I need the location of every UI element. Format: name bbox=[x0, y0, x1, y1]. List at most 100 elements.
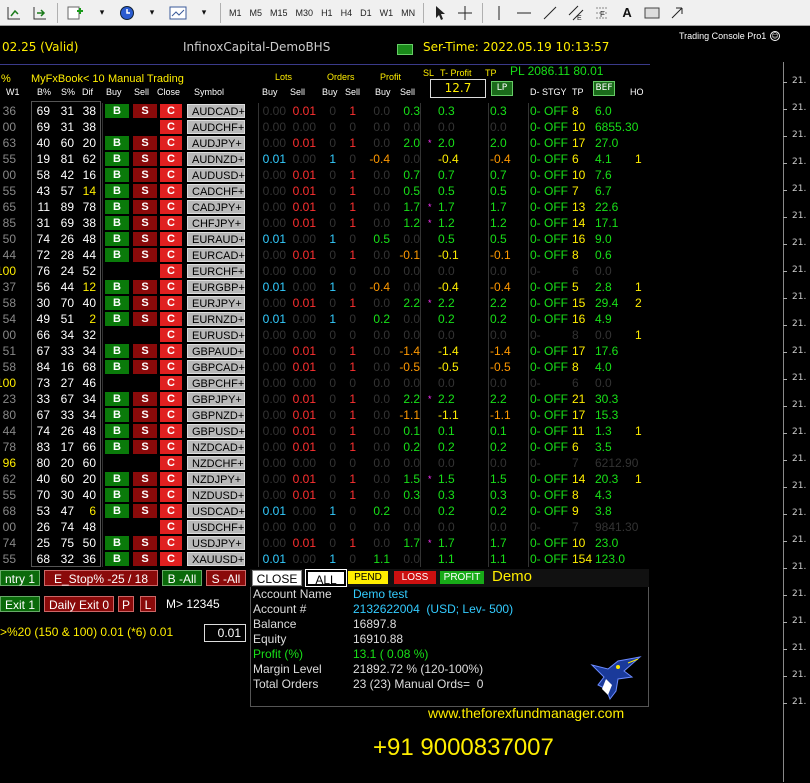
estop-button[interactable]: E_Stop% -25 / 18 bbox=[44, 570, 158, 586]
symbol-button[interactable]: AUDCHF+ bbox=[187, 120, 245, 134]
buy-all-button[interactable]: B -All bbox=[162, 570, 202, 586]
close-button[interactable]: C bbox=[160, 200, 182, 214]
sell-button[interactable]: S bbox=[133, 296, 157, 310]
close-button[interactable]: C bbox=[160, 536, 182, 550]
symbol-button[interactable]: NZDJPY+ bbox=[187, 472, 245, 486]
buy-button[interactable]: B bbox=[105, 168, 129, 182]
close-all-button[interactable]: ALL bbox=[305, 569, 347, 587]
sell-button[interactable]: S bbox=[133, 536, 157, 550]
entry-button[interactable]: ntry 1 bbox=[0, 570, 40, 586]
new-chart-icon[interactable] bbox=[63, 2, 89, 24]
symbol-button[interactable]: USDCHF+ bbox=[187, 520, 245, 534]
close-button[interactable]: C bbox=[160, 184, 182, 198]
close-button[interactable]: C bbox=[160, 312, 182, 326]
symbol-button[interactable]: EURJPY+ bbox=[187, 296, 245, 310]
sell-button[interactable]: S bbox=[133, 408, 157, 422]
autoscroll-icon[interactable] bbox=[28, 2, 52, 24]
lot-input[interactable]: 0.01 bbox=[204, 624, 246, 642]
buy-button[interactable]: B bbox=[105, 216, 129, 230]
arrows-icon[interactable] bbox=[666, 2, 688, 24]
sell-button[interactable]: S bbox=[133, 392, 157, 406]
symbol-button[interactable]: AUDJPY+ bbox=[187, 136, 245, 150]
sell-all-button[interactable]: S -All bbox=[206, 570, 246, 586]
chart-shift-icon[interactable] bbox=[2, 2, 26, 24]
close-button[interactable]: C bbox=[160, 264, 182, 278]
symbol-button[interactable]: EURCAD+ bbox=[187, 248, 245, 262]
sell-button[interactable]: S bbox=[133, 136, 157, 150]
l-button[interactable]: L bbox=[140, 596, 156, 612]
close-button[interactable]: C bbox=[160, 376, 182, 390]
close-pending-button[interactable]: PEND bbox=[348, 571, 388, 584]
symbol-button[interactable]: EURAUD+ bbox=[187, 232, 245, 246]
timeframe-h1[interactable]: H1 bbox=[318, 2, 336, 24]
close-button[interactable]: C bbox=[160, 424, 182, 438]
text-label-icon[interactable] bbox=[640, 2, 664, 24]
symbol-button[interactable]: GBPNZD+ bbox=[187, 408, 245, 422]
symbol-button[interactable]: GBPAUD+ bbox=[187, 344, 245, 358]
website-link[interactable]: www.theforexfundmanager.com bbox=[428, 705, 624, 721]
sell-button[interactable]: S bbox=[133, 104, 157, 118]
buy-button[interactable]: B bbox=[105, 296, 129, 310]
dropdown-arrow-icon[interactable]: ▾ bbox=[193, 2, 215, 24]
symbol-button[interactable]: GBPCHF+ bbox=[187, 376, 245, 390]
symbol-button[interactable]: CADCHF+ bbox=[187, 184, 245, 198]
sell-button[interactable]: S bbox=[133, 280, 157, 294]
close-button[interactable]: C bbox=[160, 136, 182, 150]
sell-button[interactable]: S bbox=[133, 200, 157, 214]
exit-button[interactable]: Exit 1 bbox=[0, 596, 40, 612]
close-button[interactable]: C bbox=[160, 216, 182, 230]
crosshair-icon[interactable] bbox=[453, 2, 477, 24]
symbol-button[interactable]: AUDUSD+ bbox=[187, 168, 245, 182]
cursor-icon[interactable] bbox=[429, 2, 451, 24]
p-button[interactable]: P bbox=[118, 596, 134, 612]
close-button[interactable]: C bbox=[160, 344, 182, 358]
buy-button[interactable]: B bbox=[105, 248, 129, 262]
symbol-button[interactable]: USDJPY+ bbox=[187, 536, 245, 550]
buy-button[interactable]: B bbox=[105, 104, 129, 118]
buy-button[interactable]: B bbox=[105, 392, 129, 406]
close-button[interactable]: C bbox=[160, 120, 182, 134]
buy-button[interactable]: B bbox=[105, 488, 129, 502]
close-button[interactable]: C bbox=[160, 440, 182, 454]
sell-button[interactable]: S bbox=[133, 168, 157, 182]
close-button[interactable]: C bbox=[160, 520, 182, 534]
symbol-button[interactable]: GBPCAD+ bbox=[187, 360, 245, 374]
buy-button[interactable]: B bbox=[105, 136, 129, 150]
symbol-button[interactable]: GBPUSD+ bbox=[187, 424, 245, 438]
symbol-button[interactable]: AUDNZD+ bbox=[187, 152, 245, 166]
dropdown-arrow-icon[interactable]: ▾ bbox=[91, 2, 113, 24]
close-button[interactable]: C bbox=[160, 456, 182, 470]
buy-button[interactable]: B bbox=[105, 408, 129, 422]
sell-button[interactable]: S bbox=[133, 488, 157, 502]
timeframe-mn[interactable]: MN bbox=[398, 2, 418, 24]
timeframe-w1[interactable]: W1 bbox=[377, 2, 397, 24]
buy-button[interactable]: B bbox=[105, 440, 129, 454]
sell-button[interactable]: S bbox=[133, 232, 157, 246]
symbol-button[interactable]: CADJPY+ bbox=[187, 200, 245, 214]
sell-button[interactable]: S bbox=[133, 552, 157, 566]
symbol-button[interactable]: NZDUSD+ bbox=[187, 488, 245, 502]
horizontal-line-icon[interactable] bbox=[512, 2, 536, 24]
buy-button[interactable]: B bbox=[105, 232, 129, 246]
close-button[interactable]: CLOSE bbox=[252, 570, 302, 586]
buy-button[interactable]: B bbox=[105, 312, 129, 326]
dropdown-arrow-icon[interactable]: ▾ bbox=[141, 2, 163, 24]
sell-button[interactable]: S bbox=[133, 424, 157, 438]
sell-button[interactable]: S bbox=[133, 472, 157, 486]
sell-button[interactable]: S bbox=[133, 248, 157, 262]
symbol-button[interactable]: NZDCHF+ bbox=[187, 456, 245, 470]
close-button[interactable]: C bbox=[160, 472, 182, 486]
buy-button[interactable]: B bbox=[105, 424, 129, 438]
trendline-icon[interactable] bbox=[538, 2, 562, 24]
sell-button[interactable]: S bbox=[133, 184, 157, 198]
clock-icon[interactable] bbox=[115, 2, 139, 24]
sell-button[interactable]: S bbox=[133, 504, 157, 518]
symbol-button[interactable]: NZDCAD+ bbox=[187, 440, 245, 454]
buy-button[interactable]: B bbox=[105, 360, 129, 374]
fibonacci-icon[interactable]: F bbox=[590, 2, 614, 24]
close-button[interactable]: C bbox=[160, 232, 182, 246]
timeframe-m5[interactable]: M5 bbox=[247, 2, 266, 24]
timeframe-m30[interactable]: M30 bbox=[293, 2, 317, 24]
daily-exit-button[interactable]: Daily Exit 0 bbox=[44, 596, 114, 612]
close-profit-button[interactable]: PROFIT bbox=[440, 571, 484, 584]
